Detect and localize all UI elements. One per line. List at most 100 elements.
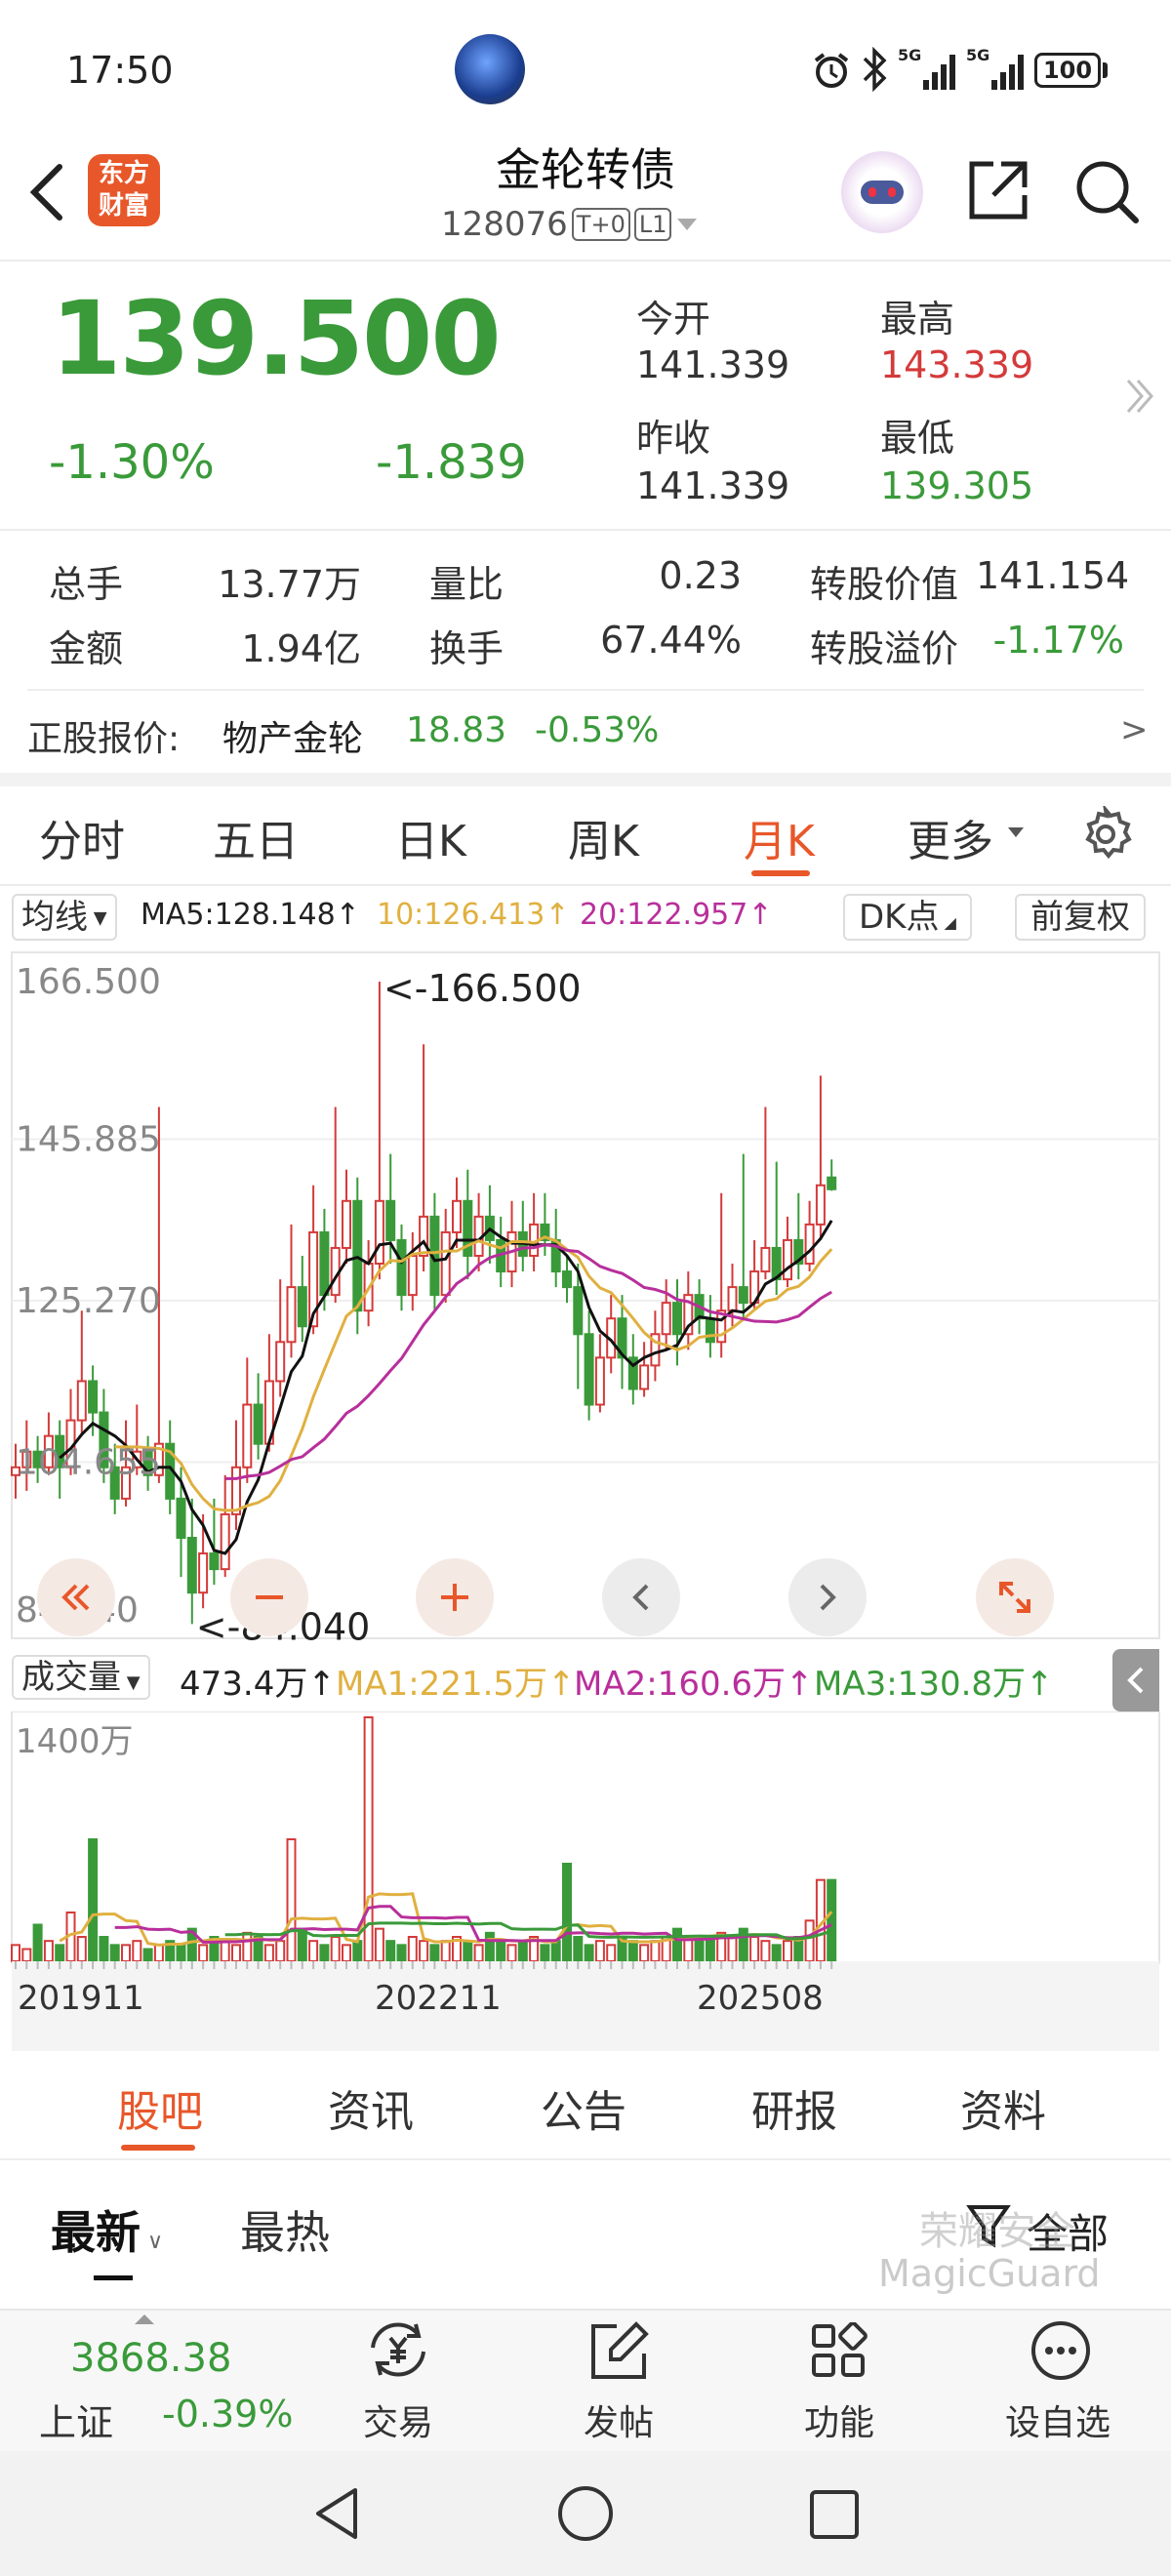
sort-hot[interactable]: 最热 (240, 2197, 330, 2262)
alarm-icon (814, 53, 849, 88)
volume-selector[interactable]: 成交量 ▼ (12, 1655, 150, 1700)
ma10-value: 10:126.413↑ (377, 898, 570, 932)
candle-body (231, 1466, 241, 1515)
candle-body (419, 1215, 429, 1257)
candle-body (440, 1230, 451, 1297)
low-value: 139.305 (880, 464, 1034, 507)
candle-body (352, 1199, 363, 1312)
index-ticker[interactable]: 3868.38 上证 -0.39% (0, 2309, 312, 2451)
tab-profile[interactable]: 资料 (960, 2076, 1046, 2139)
tab-weekly-k[interactable]: 周K (568, 806, 639, 868)
collapse-panel-button[interactable] (1112, 1649, 1159, 1711)
turnover-value: 67.44% (600, 619, 742, 662)
candle-body (342, 1199, 351, 1249)
index-name: 上证 (39, 2401, 114, 2444)
nav-function[interactable]: 功能 (773, 2309, 909, 2451)
candle-body (374, 1199, 384, 1266)
volume-bar (672, 1927, 682, 1963)
move-left-button[interactable] (602, 1558, 680, 1636)
candle-body (385, 1199, 396, 1241)
dk-point-button[interactable]: DK点 ◢ (843, 894, 972, 941)
kline-chart[interactable]: 166.500145.885125.270104.65584.040<-166.… (0, 950, 1171, 1643)
tab-daily-k[interactable]: 日K (395, 806, 466, 868)
move-right-button[interactable] (788, 1558, 867, 1636)
security-code: 128076 (441, 205, 568, 244)
robot-eye-r (888, 187, 896, 197)
tab-minute[interactable]: 分时 (39, 806, 125, 868)
nav-post-label: 发帖 (584, 2403, 655, 2443)
ma-selector[interactable]: 均线 ▼ (12, 894, 117, 941)
fullscreen-button[interactable] (976, 1558, 1054, 1636)
active-tab-underline (751, 870, 810, 876)
zoom-in-button[interactable] (416, 1558, 494, 1636)
stats-divider (27, 689, 1144, 691)
volume-chart[interactable]: 1400万 (0, 1711, 1171, 1965)
volume-bar (286, 1838, 297, 1962)
trade-yen-icon (371, 2322, 425, 2377)
underlying-stock-row[interactable]: 正股报价: 物产金轮 18.83 -0.53% > (0, 697, 1171, 771)
volume-ma1: MA1:221.5万↑ (336, 1665, 576, 1704)
status-bar: 17:50 5G 5G 100 (0, 0, 1171, 137)
volume-bar (562, 1863, 572, 1962)
sort-latest-label: 最新 (51, 2206, 141, 2259)
tplus0-badge: T+0 (571, 208, 630, 241)
settings-gear-icon[interactable] (1077, 806, 1134, 863)
search-icon[interactable] (1071, 156, 1142, 226)
status-time: 17:50 (66, 49, 174, 92)
zoom-out-button[interactable] (230, 1558, 308, 1636)
share-icon[interactable] (964, 156, 1032, 224)
volume-ma2: MA2:160.6万↑ (574, 1665, 814, 1704)
volume-bar (517, 1940, 528, 1963)
volume-y-tick: 1400万 (16, 1722, 134, 1761)
tab-research[interactable]: 研报 (751, 2076, 837, 2139)
system-recents-icon[interactable] (808, 2488, 861, 2541)
candle-body (562, 1270, 572, 1289)
tab-announcement[interactable]: 公告 (541, 2076, 626, 2139)
volume-bar (727, 1936, 738, 1962)
chevron-down-icon (677, 219, 698, 230)
expand-right-icon[interactable] (1124, 375, 1155, 418)
nav-post[interactable]: 发帖 (552, 2309, 689, 2451)
volume-bar (594, 1940, 605, 1963)
rewind-button[interactable] (37, 1558, 115, 1636)
volume-label: 总手 (49, 563, 124, 606)
nav-watchlist[interactable]: 设自选 (986, 2309, 1142, 2451)
nav-trade[interactable]: 交易 (332, 2309, 468, 2451)
candle-body (705, 1317, 715, 1344)
candle-body (209, 1552, 220, 1571)
assistant-robot-icon[interactable] (841, 151, 923, 233)
tab-forum[interactable]: 股吧 (117, 2076, 203, 2139)
candle-body (76, 1380, 87, 1422)
prev-close-value: 141.339 (636, 464, 790, 507)
x-tick-label: 201911 (18, 1979, 144, 2018)
tab-5day[interactable]: 五日 (213, 806, 299, 868)
sort-caret: ∨ (141, 2230, 164, 2254)
x-axis-ticks (15, 1961, 833, 1969)
signal-icon: 5G (898, 46, 955, 90)
candle-body (760, 1246, 771, 1273)
rewind-icon (61, 1584, 90, 1611)
tab-more[interactable]: 更多 (908, 806, 993, 868)
volume-bar (496, 1940, 506, 1963)
adjust-button[interactable]: 前复权 (1015, 894, 1146, 941)
volume-bar (705, 1936, 715, 1962)
sort-latest[interactable]: 最新 ∨ (51, 2197, 163, 2262)
volume-ratio-label: 量比 (429, 563, 505, 606)
tab-monthly-k[interactable]: 月K (744, 806, 815, 868)
conversion-value: 141.154 (976, 554, 1130, 597)
tab-news[interactable]: 资讯 (328, 2076, 414, 2139)
app-logo[interactable]: 东方 财富 (88, 154, 160, 226)
candle-body (661, 1302, 671, 1336)
security-code-row[interactable]: 128076 T+0 L1 (441, 203, 699, 246)
underlying-label: 正股报价: (27, 719, 181, 759)
back-icon[interactable] (24, 161, 69, 223)
system-back-icon[interactable] (310, 2484, 363, 2543)
svg-text:5G: 5G (966, 46, 989, 64)
volume-selector-label: 成交量 (21, 1658, 121, 1697)
volume-value: 13.77万 (218, 563, 361, 606)
system-home-icon[interactable] (556, 2484, 615, 2543)
nav-trade-label: 交易 (363, 2403, 434, 2443)
candle-body (186, 1537, 197, 1594)
candle-body (253, 1403, 263, 1445)
volume-bar (76, 1936, 87, 1962)
